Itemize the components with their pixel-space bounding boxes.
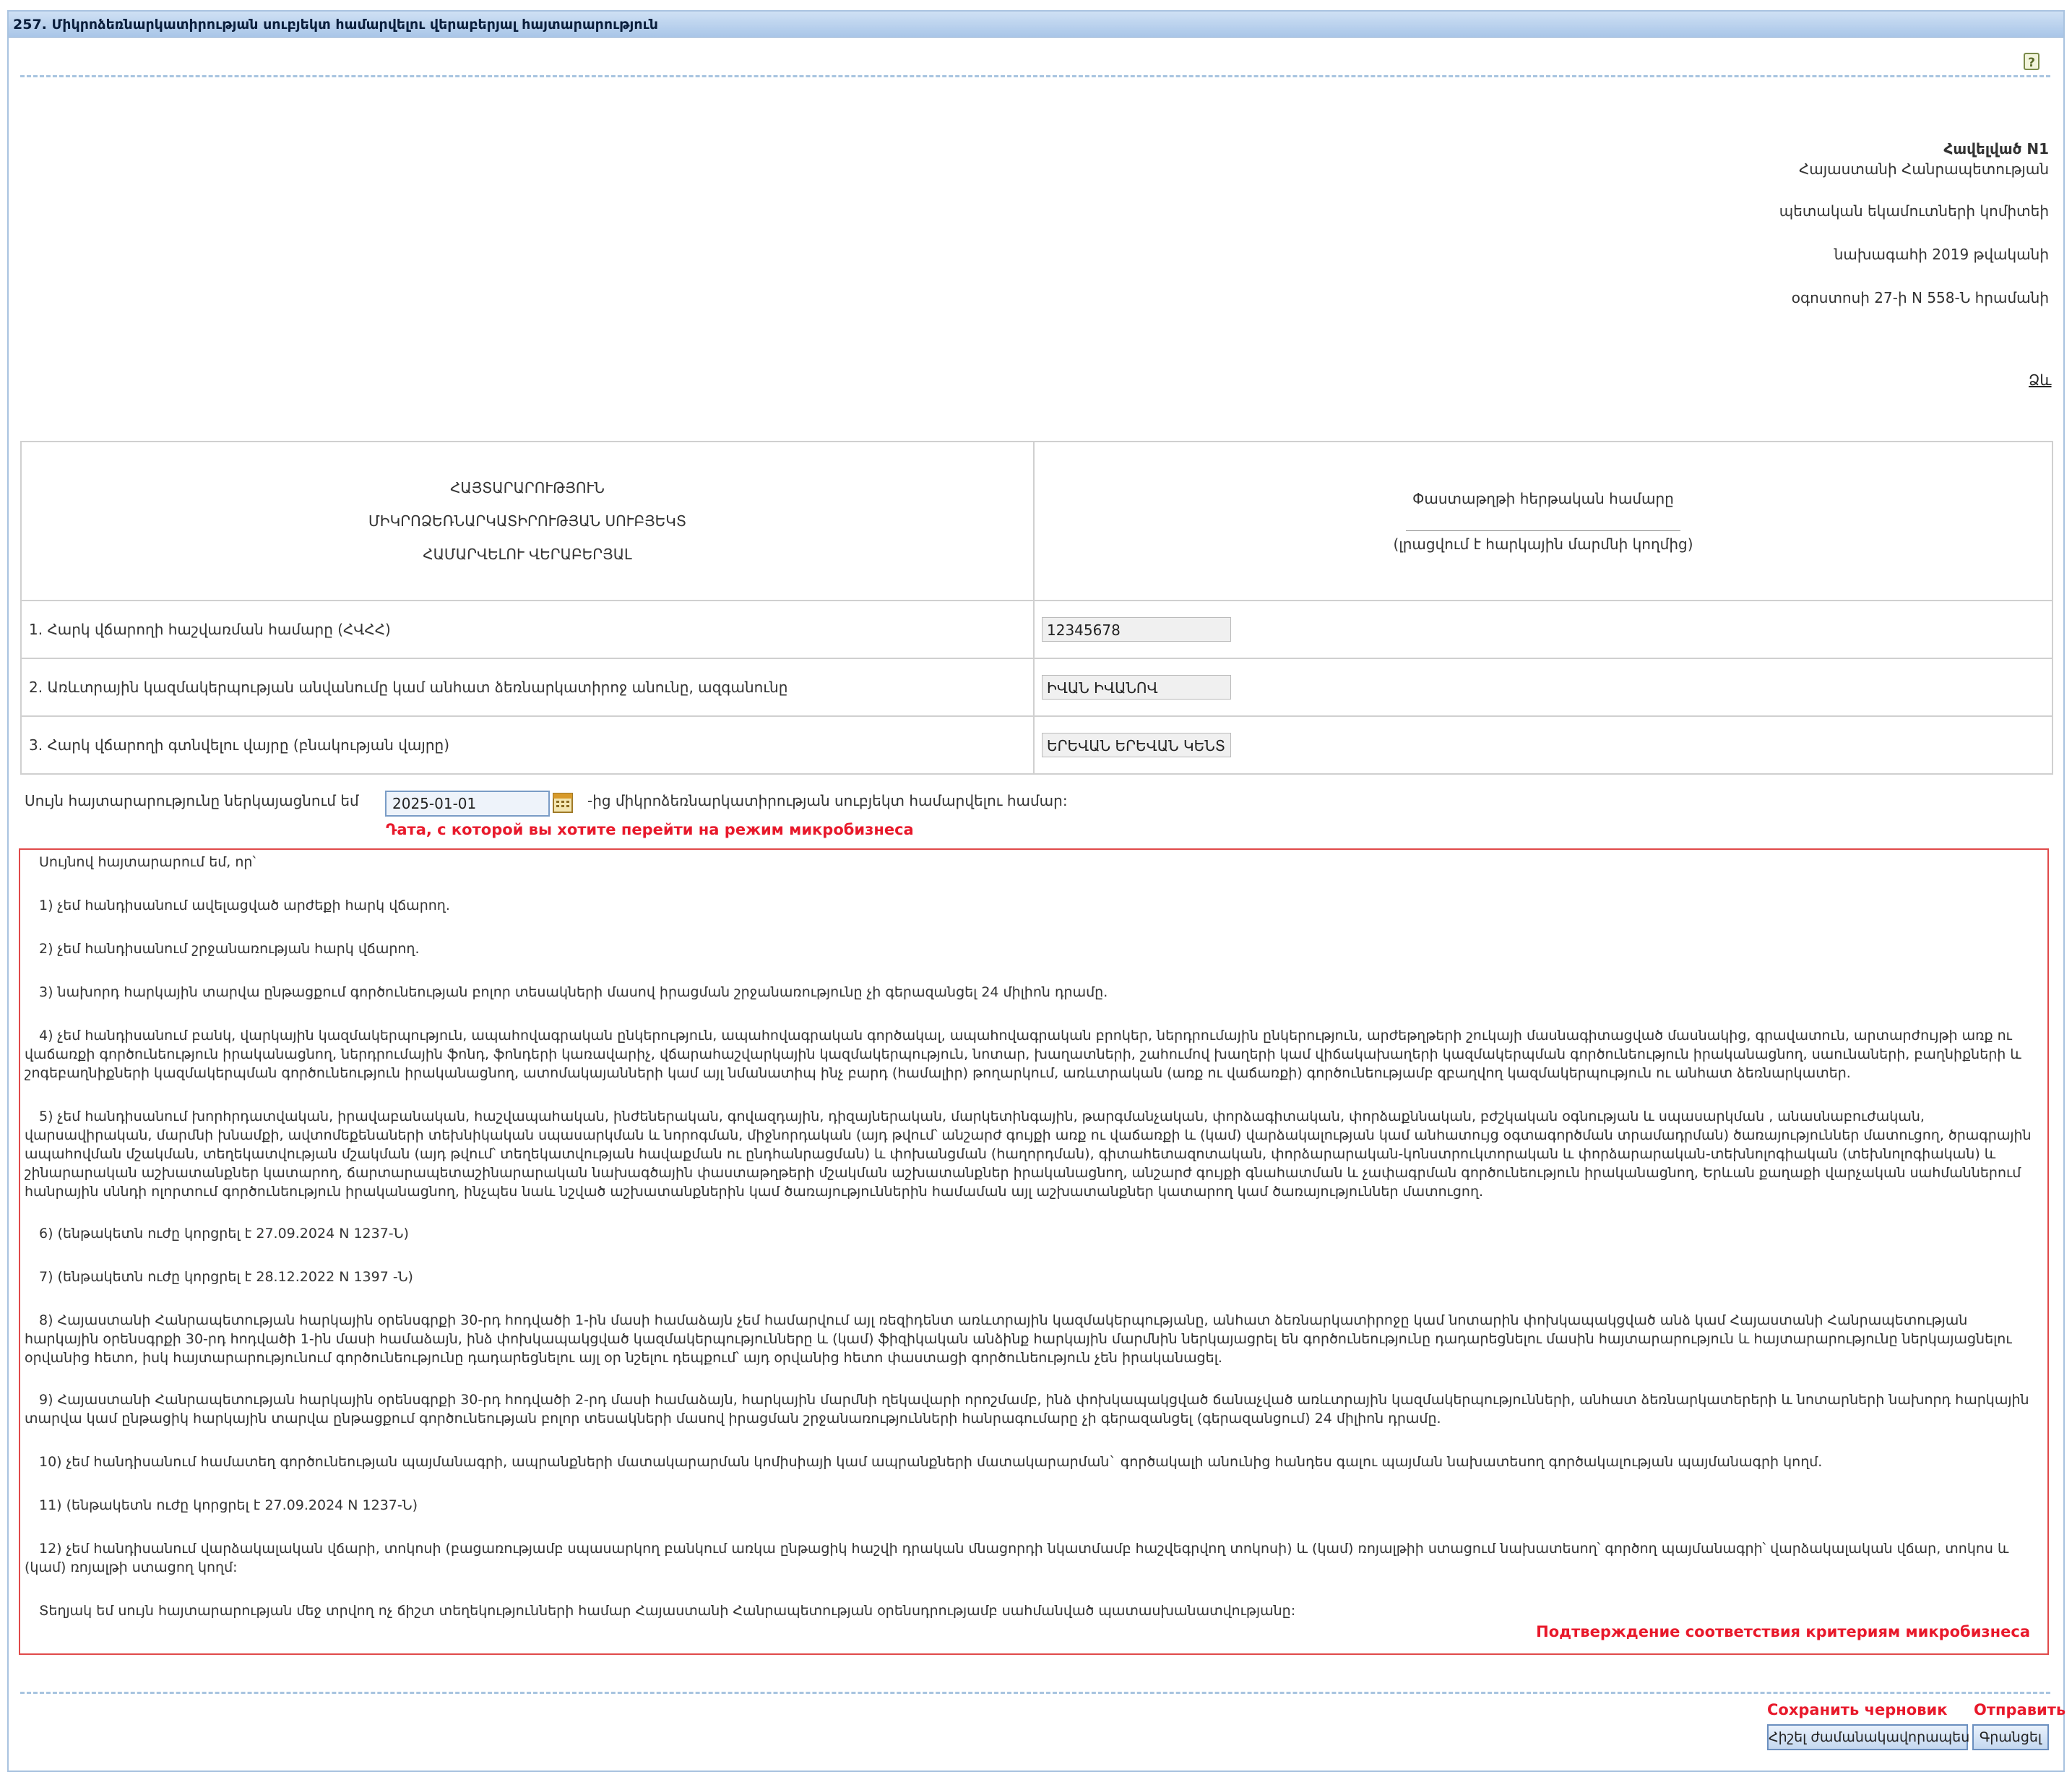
document-number-label: Փաստաթղթի հերթական համարը	[1412, 489, 1674, 507]
declaration-item-7: 7) (ենթակետն ուժը կորցրել է 28.12.2022 N…	[39, 1269, 413, 1285]
declaration-item-11: 11) (ենթակետն ուժը կորցրել է 27.09.2024 …	[39, 1497, 418, 1513]
start-date-input[interactable]: 2025-01-01	[385, 791, 550, 817]
document-title: ՀԱՅՏԱՐԱՐՈՒԹՅՈՒՆ ՄԻԿՐՈՁԵՌՆԱՐԿԱՏԻՐՈՒԹՅԱՆ Ս…	[20, 441, 1035, 601]
document-number-note: (լրացվում է հարկային մարմնի կողմից)	[1393, 535, 1693, 553]
declaration-item-5: 5) չեմ հանդիսանում խորհրդատվական, իրավաբ…	[25, 1109, 2032, 1200]
tin-field[interactable]: 12345678	[1042, 617, 1231, 642]
save-draft-button[interactable]: Հիշել ժամանակավորապես	[1767, 1724, 1969, 1750]
document-number-line	[1406, 530, 1680, 531]
field-row-name: 2. Առևտրային կազմակերպության անվանումը կ…	[20, 658, 2053, 717]
title-line-2: ՄԻԿՐՈՁԵՌՆԱՐԿԱՏԻՐՈՒԹՅԱՆ ՍՈՒԲՅԵԿՏ	[368, 512, 687, 530]
field-cell-address: ԵՐԵՎԱՆ ԵՐԵՎԱՆ ԿԵՆՏ	[1033, 715, 2053, 775]
declaration-item-1: 1) չեմ հանդիսանում ավելացված արժեքի հարկ…	[39, 898, 450, 913]
appendix-number: Հավելված N1	[1943, 140, 2049, 158]
declaration-item-8: 8) Հայաստանի Հանրապետության հարկային օրե…	[25, 1312, 2012, 1366]
submit-button[interactable]: Գրանցել	[1972, 1724, 2049, 1750]
date-suffix: -ից միկրոձեռնարկատիրության սուբյեկտ համա…	[587, 792, 1068, 809]
declaration-box	[19, 848, 2049, 1655]
field-label-address: 3. Հարկ վճարողի գտնվելու վայրը (բնակությ…	[20, 715, 1035, 775]
save-annotation: Сохранить черновик	[1767, 1701, 1948, 1718]
appendix-line-2: Հայաստանի Հանրապետության	[1798, 160, 2049, 178]
document-number-cell: Փաստաթղթի հերթական համարը (լրացվում է հա…	[1033, 441, 2053, 601]
declaration-annotation: Подтверждение соответствия критериям мик…	[1536, 1623, 2030, 1640]
window-title: 257. Միկրոձեռնարկատիրության սուբյեկտ համ…	[9, 12, 2063, 38]
send-annotation: Отправить	[1974, 1701, 2066, 1718]
declaration-item-12: 12) չեմ հանդիսանում վարձակալական վճարի, …	[25, 1541, 2009, 1575]
help-icon[interactable]: ?	[2024, 53, 2039, 70]
form-link[interactable]: Ձև	[2029, 371, 2052, 389]
declaration-header-table: ՀԱՅՏԱՐԱՐՈՒԹՅՈՒՆ ՄԻԿՐՈՁԵՌՆԱՐԿԱՏԻՐՈՒԹՅԱՆ Ս…	[20, 441, 2053, 775]
declaration-item-3: 3) նախորդ հարկային տարվա ընթացքում գործո…	[39, 984, 1108, 1000]
declaration-item-6: 6) (ենթակետն ուժը կորցրել է 27.09.2024 N…	[39, 1226, 409, 1242]
appendix-line-3: պետական եկամուտների կոմիտեի	[1779, 202, 2049, 220]
declaration-item-10: 10) չեմ հանդիսանում համատեղ գործունեությ…	[39, 1454, 1823, 1470]
declaration-item-4: 4) չեմ հանդիսանում բանկ, վարկային կազմակ…	[25, 1028, 2021, 1081]
submit-date-label: Սույն հայտարարությունը ներկայացնում եմ	[25, 792, 359, 809]
top-divider	[20, 75, 2050, 77]
field-row-address: 3. Հարկ վճարողի գտնվելու վայրը (բնակությ…	[20, 715, 2053, 775]
appendix-line-5: օգոստոսի 27-ի N 558-Ն հրամանի	[1791, 289, 2049, 306]
field-label-tin: 1. Հարկ վճարողի հաշվառման համարը (ՀՎՀՀ)	[20, 600, 1035, 659]
title-line-1: ՀԱՅՏԱՐԱՐՈՒԹՅՈՒՆ	[450, 479, 605, 496]
bottom-divider	[20, 1692, 2050, 1694]
field-label-name: 2. Առևտրային կազմակերպության անվանումը կ…	[20, 658, 1035, 717]
declaration-intro: Սույնով հայտարարում եմ, որ՝	[39, 854, 256, 870]
date-annotation: Դата, с которой вы хотите перейти на реж…	[386, 821, 914, 838]
name-field[interactable]: ԻՎԱՆ ԻՎԱՆՈՎ	[1042, 675, 1231, 700]
field-cell-name: ԻՎԱՆ ԻՎԱՆՈՎ	[1033, 658, 2053, 717]
appendix-line-4: նախագահի 2019 թվականի	[1834, 246, 2049, 263]
declaration-item-9: 9) Հայաստանի Հանրապետության հարկային օրե…	[25, 1392, 2029, 1427]
field-row-tin: 1. Հարկ վճարողի հաշվառման համարը (ՀՎՀՀ) …	[20, 600, 2053, 659]
address-field[interactable]: ԵՐԵՎԱՆ ԵՐԵՎԱՆ ԿԵՆՏ	[1042, 733, 1231, 757]
title-line-3: ՀԱՄԱՐՎԵԼՈՒ ՎԵՐԱԲԵՐՅԱԼ	[423, 546, 632, 563]
calendar-icon[interactable]	[552, 791, 574, 814]
declaration-closing: Տեղյակ եմ սույն հայտարարության մեջ տրվող…	[39, 1603, 1296, 1619]
field-cell-tin: 12345678	[1033, 600, 2053, 659]
declaration-item-2: 2) չեմ հանդիսանում շրջանառության հարկ վճ…	[39, 941, 420, 957]
